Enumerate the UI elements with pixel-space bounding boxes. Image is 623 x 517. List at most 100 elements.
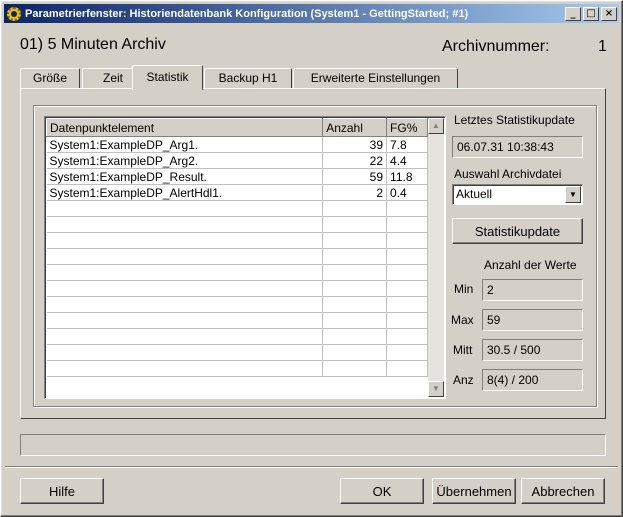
help-button[interactable]: Hilfe — [20, 478, 104, 504]
table-row-empty[interactable] — [46, 344, 428, 361]
table-scrollbar[interactable]: ▲ ▼ — [428, 118, 444, 397]
cell-fg: 0.4 — [386, 184, 428, 201]
mitt-label: Mitt — [453, 343, 473, 357]
close-button[interactable]: × — [601, 6, 617, 21]
empty-cell — [322, 360, 388, 377]
max-label: Max — [451, 313, 474, 327]
mitt-value: 30.5 / 500 — [482, 339, 583, 361]
empty-cell — [386, 312, 428, 329]
anz-value: 8(4) / 200 — [482, 369, 583, 391]
last-update-label: Letztes Statistikupdate — [454, 113, 575, 127]
empty-cell — [322, 328, 388, 345]
table-row-empty[interactable] — [46, 200, 428, 217]
empty-cell — [322, 264, 388, 281]
cell-fg: 4.4 — [386, 152, 428, 169]
cell-anzahl: 22 — [322, 152, 388, 169]
empty-cell — [386, 360, 428, 377]
empty-cell — [46, 200, 324, 217]
table-row[interactable]: System1:ExampleDP_Arg1. 39 7.8 — [46, 136, 428, 153]
table-row[interactable]: System1:ExampleDP_AlertHdl1. 2 0.4 — [46, 184, 428, 201]
last-update-value: 06.07.31 10:38:43 — [452, 136, 583, 158]
empty-cell — [46, 264, 324, 281]
maximize-button[interactable]: □ — [583, 6, 599, 21]
count-values-label: Anzahl der Werte — [484, 258, 577, 272]
empty-cell — [46, 296, 324, 313]
archive-select-value: Aktuell — [456, 187, 493, 201]
cell-fg: 11.8 — [386, 168, 428, 185]
window-title: Parametrierfenster: Historiendatenbank K… — [25, 7, 469, 20]
empty-cell — [46, 312, 324, 329]
empty-cell — [386, 264, 428, 281]
parameter-window: Parametrierfenster: Historiendatenbank K… — [0, 0, 623, 517]
table-row-empty[interactable] — [46, 264, 428, 281]
chevron-down-icon[interactable]: ▼ — [565, 186, 581, 203]
empty-cell — [386, 296, 428, 313]
empty-cell — [386, 248, 428, 265]
empty-cell — [46, 360, 324, 377]
empty-cell — [46, 328, 324, 345]
empty-cell — [46, 344, 324, 361]
tab-statistik[interactable]: Statistik — [132, 65, 203, 90]
archive-number-value: 1 — [598, 38, 607, 55]
scroll-up-icon[interactable]: ▲ — [428, 118, 444, 134]
scroll-down-icon[interactable]: ▼ — [428, 381, 444, 397]
tab-backup-h1[interactable]: Backup H1 — [204, 68, 292, 89]
footer-divider — [5, 466, 618, 468]
empty-cell — [322, 216, 388, 233]
cell-element: System1:ExampleDP_Arg1. — [46, 136, 324, 153]
tab-groesse[interactable]: Größe — [20, 68, 80, 89]
table-row-empty[interactable] — [46, 232, 428, 249]
empty-cell — [322, 280, 388, 297]
cell-element: System1:ExampleDP_Arg2. — [46, 152, 324, 169]
apply-button[interactable]: Übernehmen — [432, 478, 516, 504]
empty-cell — [46, 280, 324, 297]
empty-cell — [386, 280, 428, 297]
empty-cell — [386, 232, 428, 249]
statistics-table[interactable]: Datenpunktelement Anzahl FG% System1:Exa… — [44, 116, 446, 399]
minimize-button[interactable]: _ — [565, 6, 581, 21]
table-row-empty[interactable] — [46, 248, 428, 265]
table-row[interactable]: System1:ExampleDP_Arg2. 22 4.4 — [46, 152, 428, 169]
cell-fg: 7.8 — [386, 136, 428, 153]
cell-anzahl: 2 — [322, 184, 388, 201]
empty-cell — [46, 232, 324, 249]
min-value: 2 — [482, 279, 583, 301]
empty-cell — [322, 312, 388, 329]
title-bar[interactable]: Parametrierfenster: Historiendatenbank K… — [4, 4, 619, 23]
column-header-element[interactable]: Datenpunktelement — [45, 118, 324, 137]
table-header-row: Datenpunktelement Anzahl FG% — [45, 118, 428, 137]
archive-number-label: Archivnummer: — [442, 38, 550, 55]
column-header-fg[interactable]: FG% — [386, 118, 428, 137]
archive-select-label: Auswahl Archivdatei — [454, 167, 562, 181]
cancel-button[interactable]: Abbrechen — [521, 478, 605, 504]
column-header-anzahl[interactable]: Anzahl — [322, 118, 388, 137]
statistik-panel: Datenpunktelement Anzahl FG% System1:Exa… — [20, 88, 606, 419]
empty-cell — [386, 200, 428, 217]
empty-cell — [322, 296, 388, 313]
table-row-empty[interactable] — [46, 280, 428, 297]
table-row-empty[interactable] — [46, 360, 428, 377]
table-row[interactable]: System1:ExampleDP_Result. 59 11.8 — [46, 168, 428, 185]
status-bar — [20, 434, 606, 456]
cell-anzahl: 59 — [322, 168, 388, 185]
empty-cell — [322, 248, 388, 265]
empty-cell — [46, 216, 324, 233]
empty-cell — [322, 344, 388, 361]
table-row-empty[interactable] — [46, 328, 428, 345]
empty-cell — [386, 328, 428, 345]
min-label: Min — [454, 282, 474, 296]
empty-cell — [386, 216, 428, 233]
archive-title: 01) 5 Minuten Archiv — [20, 36, 166, 53]
empty-cell — [322, 232, 388, 249]
statistikupdate-button[interactable]: Statistikupdate — [452, 218, 583, 244]
table-row-empty[interactable] — [46, 216, 428, 233]
table-row-empty[interactable] — [46, 312, 428, 329]
archive-select[interactable]: Aktuell ▼ — [452, 184, 583, 205]
tab-erweiterte-einstellungen[interactable]: Erweiterte Einstellungen — [293, 68, 458, 89]
empty-cell — [386, 344, 428, 361]
anz-label: Anz — [453, 373, 474, 387]
cell-anzahl: 39 — [322, 136, 388, 153]
ok-button[interactable]: OK — [340, 478, 424, 504]
empty-cell — [46, 248, 324, 265]
table-row-empty[interactable] — [46, 296, 428, 313]
